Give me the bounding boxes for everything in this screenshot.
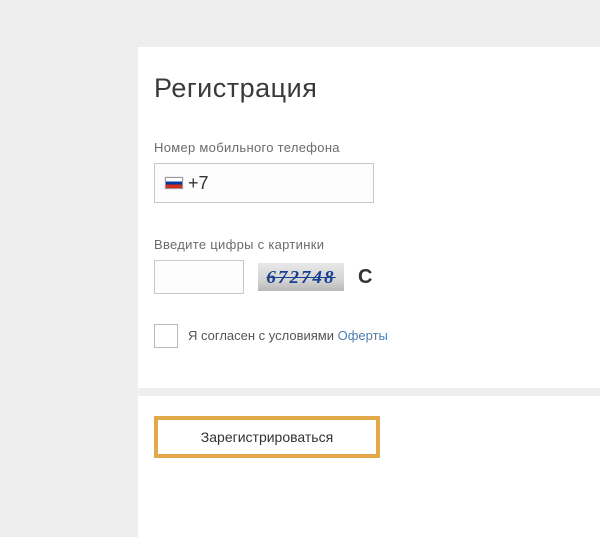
terms-row: Я согласен с условиями Оферты: [154, 324, 584, 348]
registration-form-panel: Регистрация Номер мобильного телефона +7…: [138, 47, 600, 388]
captcha-image: 672748: [258, 263, 344, 291]
register-button[interactable]: Зарегистрироваться: [154, 416, 380, 458]
refresh-icon[interactable]: C: [358, 266, 372, 289]
page-title: Регистрация: [154, 73, 584, 104]
captcha-label: Введите цифры с картинки: [154, 237, 584, 252]
terms-text: Я согласен с условиями: [188, 328, 338, 343]
terms-link[interactable]: Оферты: [338, 328, 388, 343]
phone-prefix: +7: [188, 173, 209, 194]
captcha-input[interactable]: [154, 260, 244, 294]
actions-panel: Зарегистрироваться: [138, 396, 600, 537]
phone-label: Номер мобильного телефона: [154, 140, 584, 155]
captcha-text: 672748: [266, 267, 335, 288]
captcha-row: 672748 C: [154, 260, 584, 294]
terms-checkbox[interactable]: [154, 324, 178, 348]
phone-input[interactable]: +7: [154, 163, 374, 203]
flag-icon: [165, 177, 183, 189]
